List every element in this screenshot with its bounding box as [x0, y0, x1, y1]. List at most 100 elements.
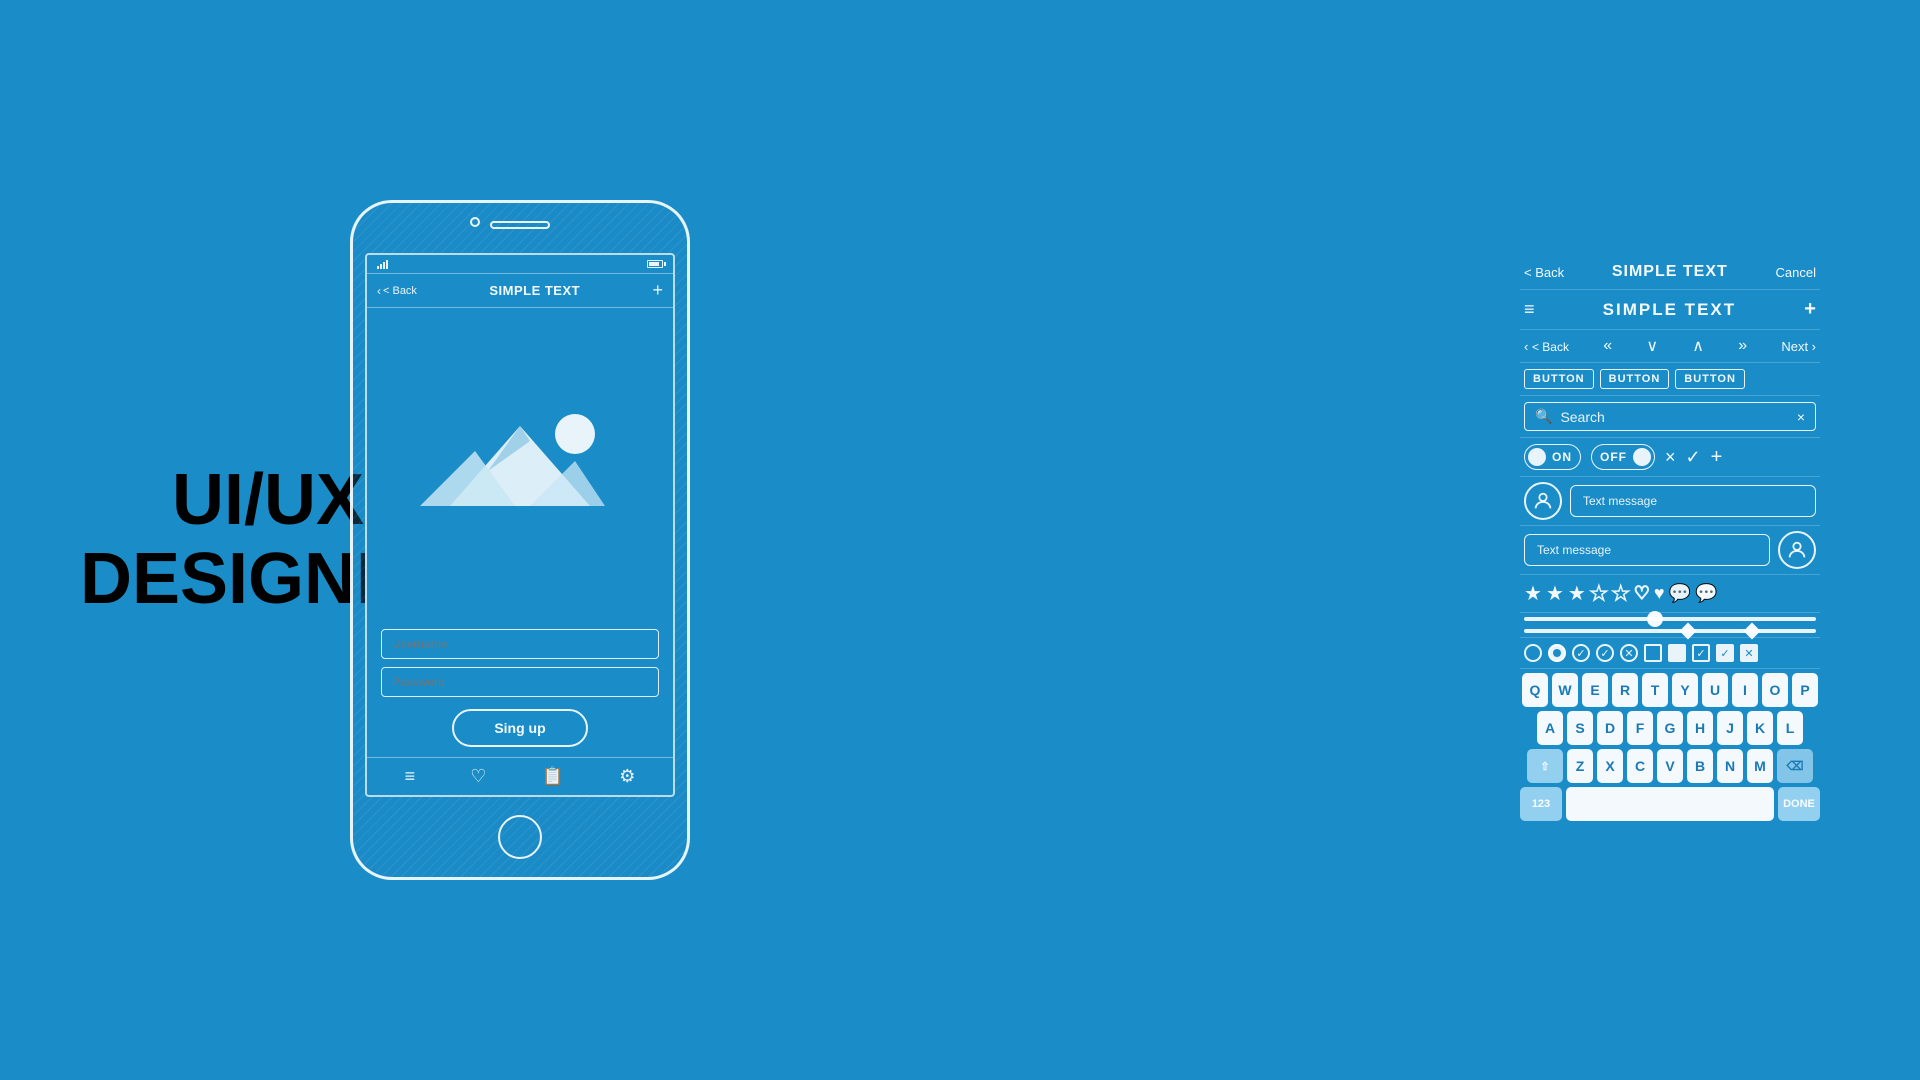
kb-p[interactable]: P	[1792, 673, 1818, 707]
signup-button[interactable]: Sing up	[452, 709, 587, 747]
settings-nav-icon[interactable]: ⚙	[619, 766, 635, 787]
kb-h[interactable]: H	[1687, 711, 1713, 745]
star-5[interactable]: ★	[1612, 581, 1630, 606]
rp-toggle-check[interactable]: ✓	[1686, 447, 1701, 468]
kb-b[interactable]: B	[1687, 749, 1713, 783]
rp-double-right-arrow[interactable]: »	[1738, 337, 1747, 355]
rp-nav-bar-row: < Back SIMPLE TEXT Cancel	[1520, 255, 1820, 290]
kb-u[interactable]: U	[1702, 673, 1728, 707]
battery-icon	[647, 260, 663, 268]
phone-title-bar: ‹ < Back SIMPLE TEXT +	[367, 274, 673, 308]
cb-radio-check-2[interactable]: ✓	[1596, 644, 1614, 662]
rp-next-button[interactable]: Next ›	[1781, 339, 1816, 354]
password-field[interactable]	[381, 667, 659, 697]
rp-back-button[interactable]: < Back	[1524, 265, 1564, 280]
rp-slider-thumb-2[interactable]	[1679, 623, 1696, 640]
kb-d[interactable]: D	[1597, 711, 1623, 745]
rp-toggle-on[interactable]: ON	[1524, 444, 1581, 470]
kb-o[interactable]: O	[1762, 673, 1788, 707]
kb-k[interactable]: K	[1747, 711, 1773, 745]
rp-search-text[interactable]: Search	[1560, 409, 1788, 425]
rp-right-message-bubble[interactable]: Text message	[1524, 534, 1770, 566]
menu-nav-icon[interactable]: ≡	[405, 766, 416, 787]
rp-slider-1[interactable]	[1524, 617, 1816, 621]
kb-r[interactable]: R	[1612, 673, 1638, 707]
kb-m[interactable]: M	[1747, 749, 1773, 783]
bubble-filled[interactable]: 💬	[1695, 583, 1717, 604]
kb-q[interactable]: Q	[1522, 673, 1548, 707]
rp-toggle-plus[interactable]: +	[1711, 446, 1723, 469]
rp-slider-thumb-3[interactable]	[1743, 623, 1760, 640]
rp-keyboard: Q W E R T Y U I O P A S D F G H J K L	[1520, 669, 1820, 825]
star-1[interactable]: ★	[1524, 581, 1542, 606]
kb-shift[interactable]: ⇧	[1527, 749, 1563, 783]
phone-plus-button[interactable]: +	[652, 280, 663, 301]
kb-f[interactable]: F	[1627, 711, 1653, 745]
kb-done[interactable]: DONE	[1778, 787, 1820, 821]
cb-radio-check[interactable]: ✓	[1572, 644, 1590, 662]
star-4[interactable]: ★	[1590, 581, 1608, 606]
rp-stars-hearts-row: ★ ★ ★ ★ ★ ♡ ♥ 💬 💬	[1520, 575, 1820, 613]
cb-sq-check[interactable]: ✓	[1692, 644, 1710, 662]
rp-back-arrow[interactable]: ‹ < Back	[1524, 339, 1569, 354]
heart-filled[interactable]: ♥	[1654, 583, 1665, 604]
rp-menu-icon[interactable]: ≡	[1524, 299, 1535, 320]
rp-plus-icon[interactable]: +	[1804, 298, 1816, 321]
rp-button-1[interactable]: BUTTON	[1524, 369, 1594, 389]
kb-c[interactable]: C	[1627, 749, 1653, 783]
rp-left-message-bubble[interactable]: Text message	[1570, 485, 1816, 517]
username-field[interactable]	[381, 629, 659, 659]
phone-bottom-nav: ≡ ♡ 📋 ⚙	[367, 757, 673, 795]
kb-delete[interactable]: ⌫	[1777, 749, 1813, 783]
toggle-off-circle	[1633, 448, 1651, 466]
cb-radio-filled[interactable]	[1548, 644, 1566, 662]
rp-search-clear[interactable]: ×	[1797, 409, 1805, 425]
toggle-on-circle	[1528, 448, 1546, 466]
rp-slider-thumb-1[interactable]	[1647, 611, 1663, 627]
cb-sq-filled[interactable]	[1668, 644, 1686, 662]
kb-123[interactable]: 123	[1520, 787, 1562, 821]
rp-title-row: ≡ SIMPLE TEXT +	[1520, 290, 1820, 330]
star-2[interactable]: ★	[1546, 581, 1564, 606]
rp-toggle-off[interactable]: OFF	[1591, 444, 1655, 470]
kb-i[interactable]: I	[1732, 673, 1758, 707]
kb-l[interactable]: L	[1777, 711, 1803, 745]
bubble-empty[interactable]: 💬	[1669, 583, 1691, 604]
phone-status-bar	[367, 255, 673, 274]
rp-down-arrow[interactable]: ∨	[1646, 336, 1658, 356]
heart-nav-icon[interactable]: ♡	[470, 766, 486, 787]
kb-s[interactable]: S	[1567, 711, 1593, 745]
cb-sq-empty[interactable]	[1644, 644, 1662, 662]
kb-n[interactable]: N	[1717, 749, 1743, 783]
heart-empty[interactable]: ♡	[1634, 583, 1650, 604]
rp-search-icon: 🔍	[1535, 408, 1552, 425]
star-3[interactable]: ★	[1568, 581, 1586, 606]
rp-up-arrow[interactable]: ∧	[1692, 336, 1704, 356]
kb-t[interactable]: T	[1642, 673, 1668, 707]
kb-space[interactable]	[1566, 787, 1774, 821]
cb-sq-checkfill[interactable]: ✓	[1716, 644, 1734, 662]
kb-y[interactable]: Y	[1672, 673, 1698, 707]
kb-v[interactable]: V	[1657, 749, 1683, 783]
kb-e[interactable]: E	[1582, 673, 1608, 707]
rp-slider-2[interactable]	[1524, 629, 1816, 633]
phone-mockup: ‹ < Back SIMPLE TEXT +	[350, 200, 690, 880]
kb-a[interactable]: A	[1537, 711, 1563, 745]
rp-cancel-button[interactable]: Cancel	[1776, 265, 1816, 280]
cb-sq-x[interactable]: ✕	[1740, 644, 1758, 662]
cb-radio-x[interactable]: ✕	[1620, 644, 1638, 662]
phone-back-button[interactable]: ‹ < Back	[377, 284, 417, 298]
kb-g[interactable]: G	[1657, 711, 1683, 745]
phone-home-button[interactable]	[498, 815, 542, 859]
kb-w[interactable]: W	[1552, 673, 1578, 707]
rp-button-2[interactable]: BUTTON	[1600, 369, 1670, 389]
kb-j[interactable]: J	[1717, 711, 1743, 745]
kb-z[interactable]: Z	[1567, 749, 1593, 783]
rp-button-3[interactable]: BUTTON	[1675, 369, 1745, 389]
rp-toggle-x[interactable]: ×	[1665, 447, 1676, 468]
list-nav-icon[interactable]: 📋	[542, 766, 564, 787]
rp-double-left-arrow[interactable]: «	[1603, 337, 1612, 355]
cb-radio-empty[interactable]	[1524, 644, 1542, 662]
rp-sliders-row	[1520, 613, 1820, 638]
kb-x[interactable]: X	[1597, 749, 1623, 783]
